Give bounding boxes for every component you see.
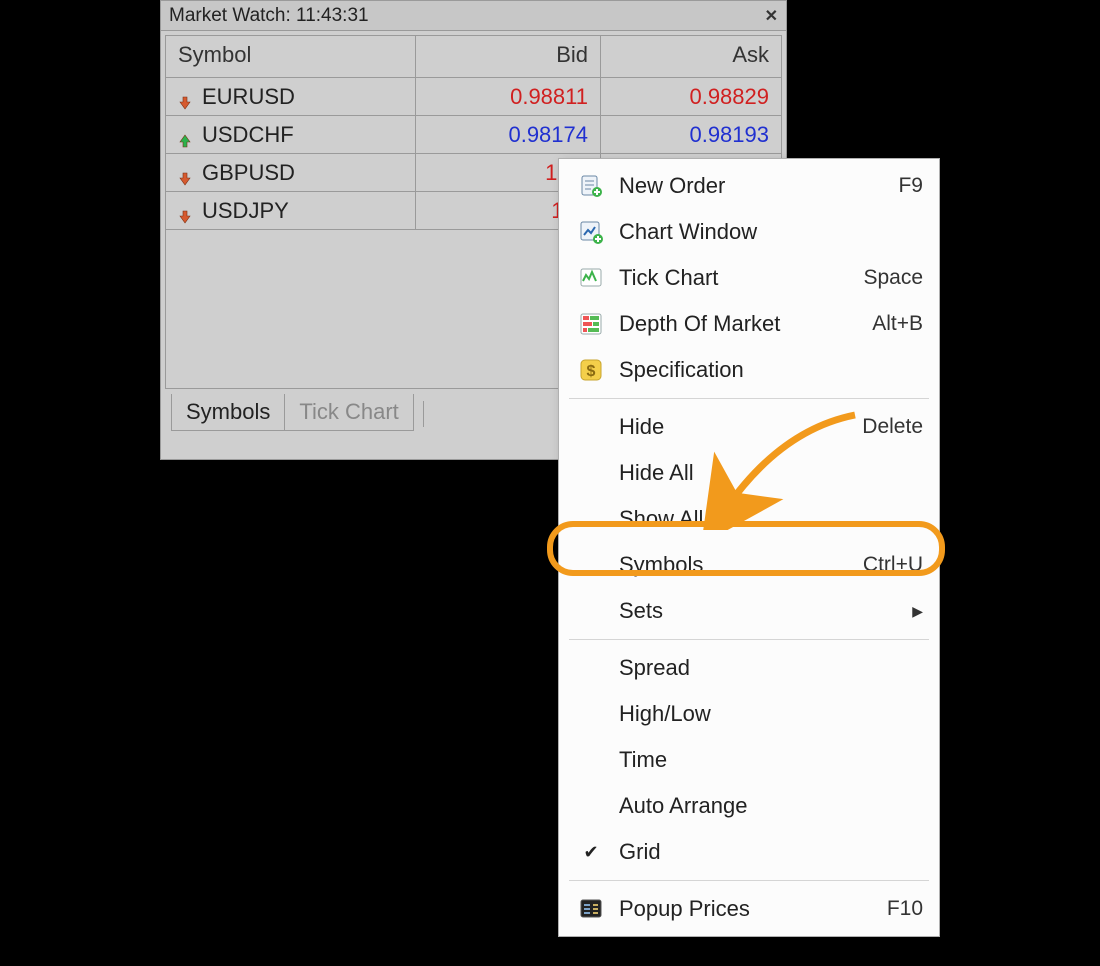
arrow-up-icon	[178, 128, 192, 142]
header-ask[interactable]: Ask	[601, 36, 781, 77]
menu-item-label: Tick Chart	[613, 265, 863, 291]
menu-shortcut: Ctrl+U	[863, 553, 923, 577]
menu-item-high-low[interactable]: High/Low	[561, 691, 937, 737]
icon-slot-empty	[569, 551, 613, 579]
menu-item-label: Auto Arrange	[613, 793, 923, 819]
menu-item-label: Hide	[613, 414, 862, 440]
icon-slot-empty	[569, 746, 613, 774]
svg-text:$: $	[587, 363, 596, 380]
ask-value: 0.98829	[601, 78, 781, 115]
tab-symbols[interactable]: Symbols	[171, 394, 285, 431]
menu-item-chart-window[interactable]: Chart Window	[561, 209, 937, 255]
table-row[interactable]: USDCHF 0.98174 0.98193	[166, 116, 781, 154]
icon-slot-empty	[569, 459, 613, 487]
ask-value: 0.98193	[601, 116, 781, 153]
menu-item-spread[interactable]: Spread	[561, 645, 937, 691]
menu-item-label: Grid	[613, 839, 923, 865]
new-order-icon	[569, 172, 613, 200]
menu-item-sets[interactable]: Sets ▶	[561, 588, 937, 634]
symbol-label: USDCHF	[202, 122, 294, 148]
arrow-down-icon	[178, 204, 192, 218]
icon-slot-empty	[569, 654, 613, 682]
menu-item-depth-of-market[interactable]: Depth Of Market Alt+B	[561, 301, 937, 347]
icon-slot-empty	[569, 597, 613, 625]
spec-icon: $	[569, 356, 613, 384]
header-symbol[interactable]: Symbol	[166, 36, 416, 77]
menu-shortcut: Space	[863, 266, 923, 290]
icon-slot-empty	[569, 700, 613, 728]
menu-item-label: Time	[613, 747, 923, 773]
menu-item-grid[interactable]: ✔ Grid	[561, 829, 937, 875]
chart-window-icon	[569, 218, 613, 246]
menu-separator	[569, 639, 929, 640]
menu-item-specification[interactable]: $ Specification	[561, 347, 937, 393]
arrow-down-icon	[178, 166, 192, 180]
menu-item-label: Popup Prices	[613, 896, 887, 922]
menu-shortcut: Delete	[862, 415, 923, 439]
menu-item-popup-prices[interactable]: Popup Prices F10	[561, 886, 937, 932]
arrow-down-icon	[178, 90, 192, 104]
menu-item-symbols[interactable]: Symbols Ctrl+U	[561, 542, 937, 588]
menu-item-tick-chart[interactable]: Tick Chart Space	[561, 255, 937, 301]
tab-separator	[423, 401, 424, 427]
menu-item-label: Chart Window	[613, 219, 923, 245]
menu-shortcut: F9	[898, 174, 923, 198]
table-header: Symbol Bid Ask	[166, 36, 781, 78]
popup-icon	[569, 895, 613, 923]
icon-slot-empty	[569, 505, 613, 533]
menu-item-time[interactable]: Time	[561, 737, 937, 783]
bid-value: 0.98811	[416, 78, 601, 115]
menu-item-label: Depth Of Market	[613, 311, 872, 337]
menu-shortcut: F10	[887, 897, 923, 921]
symbol-label: USDJPY	[202, 198, 289, 224]
table-row[interactable]: EURUSD 0.98811 0.98829	[166, 78, 781, 116]
menu-item-auto-arrange[interactable]: Auto Arrange	[561, 783, 937, 829]
submenu-arrow-icon: ▶	[912, 603, 923, 620]
panel-title: Market Watch: 11:43:31	[169, 5, 765, 27]
icon-slot-empty	[569, 792, 613, 820]
context-menu: New Order F9 Chart Window Tick Chart Spa…	[558, 158, 940, 937]
menu-separator	[569, 398, 929, 399]
menu-item-label: Show All	[613, 506, 923, 532]
tab-tick-chart[interactable]: Tick Chart	[284, 394, 413, 431]
symbol-label: EURUSD	[202, 84, 295, 110]
menu-item-new-order[interactable]: New Order F9	[561, 163, 937, 209]
bid-value: 0.98174	[416, 116, 601, 153]
panel-titlebar: Market Watch: 11:43:31 ✕	[161, 1, 786, 31]
menu-item-label: Specification	[613, 357, 923, 383]
menu-item-hide-all[interactable]: Hide All	[561, 450, 937, 496]
menu-item-label: Symbols	[613, 552, 863, 578]
menu-item-label: Spread	[613, 655, 923, 681]
tick-chart-icon	[569, 264, 613, 292]
menu-item-show-all[interactable]: Show All	[561, 496, 937, 542]
header-bid[interactable]: Bid	[416, 36, 601, 77]
menu-item-label: Hide All	[613, 460, 923, 486]
check-icon: ✔	[569, 838, 613, 866]
menu-shortcut: Alt+B	[872, 312, 923, 336]
depth-icon	[569, 310, 613, 338]
menu-item-hide[interactable]: Hide Delete	[561, 404, 937, 450]
menu-item-label: High/Low	[613, 701, 923, 727]
icon-slot-empty	[569, 413, 613, 441]
symbol-label: GBPUSD	[202, 160, 295, 186]
menu-separator	[569, 880, 929, 881]
menu-item-label: New Order	[613, 173, 898, 199]
close-icon[interactable]: ✕	[765, 6, 778, 26]
menu-item-label: Sets	[613, 598, 912, 624]
